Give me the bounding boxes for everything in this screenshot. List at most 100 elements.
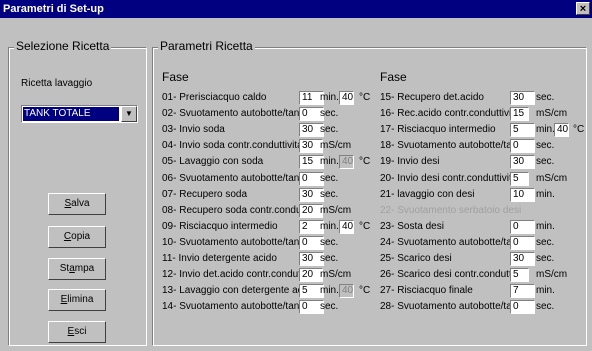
unit-label: sec. <box>536 140 555 152</box>
salva-button[interactable]: Salva <box>48 193 106 215</box>
unit-label: sec. <box>320 108 339 120</box>
fase-name: 19- Invio desi <box>380 156 440 168</box>
value-field[interactable]: 0 <box>510 139 535 154</box>
temperature-unit-label: °C <box>359 156 371 168</box>
fase-row: 15- Recupero det.acido 30 sec. <box>380 91 590 106</box>
unit-label: sec. <box>536 92 555 103</box>
value-field[interactable]: 0 <box>510 235 535 250</box>
fase-row: 09- Risciacquo intermedio 2 min. 40 °C <box>162 219 372 235</box>
fase-row: 22- Svuotamento serbatoio desi <box>380 205 590 219</box>
fase-row: 25- Scarico desi 30 sec. <box>380 252 590 267</box>
fase-name: 27- Risciacquo finale <box>380 285 473 297</box>
esci-button[interactable]: Esci <box>48 321 106 343</box>
fase-name: 22- Svuotamento serbatoio desi <box>380 204 522 216</box>
temperature-field[interactable]: 40 <box>339 91 354 105</box>
temperature-unit-label: °C <box>359 92 371 103</box>
fase-name: 03- Invio soda <box>162 124 225 136</box>
unit-label: min. <box>536 220 555 232</box>
elimina-button[interactable]: Elimina <box>48 289 106 311</box>
unit-label: mS/cm <box>320 204 352 216</box>
fase-row: 20- Invio desi contr.conduttivita' 5 mS/cm <box>380 171 590 187</box>
fase-row: 04- Invio soda contr.conduttivita' 30 mS/c… <box>162 139 372 154</box>
fase-row: 03- Invio soda 30 sec. <box>162 123 372 138</box>
fase-name: 17- Risciacquo intermedio <box>380 124 496 136</box>
copia-button[interactable]: Copia <box>48 226 106 248</box>
value-field[interactable]: 30 <box>510 155 535 170</box>
fase-name: 25- Scarico desi <box>380 253 452 264</box>
unit-label: min. <box>536 285 555 297</box>
fase-name: 07- Recupero soda <box>162 188 248 200</box>
unit-label: sec. <box>320 236 339 248</box>
unit-label: mS/cm <box>320 140 352 152</box>
fase-name: 28- Svuotamento autobotte/tank <box>380 301 523 313</box>
fase-name: 08- Recupero soda contr.condutt. <box>162 204 310 216</box>
value-field[interactable]: 5 <box>510 171 529 186</box>
value-field[interactable]: 0 <box>510 219 535 234</box>
value-field[interactable]: 15 <box>510 107 529 122</box>
fase-name: 21- lavaggio con desi <box>380 188 475 200</box>
fase-name: 18- Svuotamento autobotte/tank <box>380 140 523 152</box>
fase-name: 11- Invio detergente acido <box>162 253 277 264</box>
fase-name: 02- Svuotamento autobotte/tank <box>162 108 305 120</box>
fase-name: 26- Scarico desi contr.condutt. <box>380 269 515 281</box>
fase-row: 21- lavaggio con desi 10 min. <box>380 187 590 203</box>
temperature-unit-label: °C <box>359 220 371 232</box>
fase-name: 04- Invio soda contr.conduttivita' <box>162 140 305 152</box>
fase-name: 09- Risciacquo intermedio <box>162 220 278 232</box>
value-field[interactable]: 5 <box>510 123 535 138</box>
fase-row: 19- Invio desi 30 sec. <box>380 155 590 170</box>
fase-header-right: Fase <box>380 70 407 84</box>
unit-label: sec. <box>320 124 339 136</box>
fase-name: 10- Svuotamento autobotte/tank <box>162 236 305 248</box>
fase-row: 28- Svuotamento autobotte/tank 0 sec. <box>380 300 590 315</box>
fase-name: 16- Rec.acido contr.conduttivita' <box>380 108 522 120</box>
unit-label: sec. <box>320 253 339 264</box>
fase-row: 07- Recupero soda 30 sec. <box>162 187 372 203</box>
unit-label: mS/cm <box>536 108 568 120</box>
close-icon: × <box>579 3 587 15</box>
unit-label: sec. <box>536 301 555 313</box>
unit-label: min. <box>320 92 339 103</box>
stampa-button[interactable]: Stampa <box>48 258 106 280</box>
fase-row: 10- Svuotamento autobotte/tank 0 sec. <box>162 235 372 251</box>
fase-name: 20- Invio desi contr.conduttivita' <box>380 172 520 184</box>
ricetta-lavaggio-label: Ricetta lavaggio <box>21 78 93 89</box>
value-field[interactable]: 7 <box>510 284 535 299</box>
unit-label: sec. <box>536 253 555 264</box>
fase-name: 06- Svuotamento autobotte/tank <box>162 172 305 184</box>
value-field[interactable]: 30 <box>510 91 535 105</box>
value-field[interactable]: 0 <box>510 300 535 315</box>
unit-label: sec. <box>536 236 555 248</box>
ricetta-select[interactable]: TANK TOTALE ▼ <box>21 105 138 123</box>
temperature-field: 40 <box>339 284 354 299</box>
fase-name: 24- Svuotamento autobotte/tank <box>380 236 523 248</box>
fase-name: 12- Invio det.acido contr.condutt. <box>162 269 307 281</box>
fase-name: 23- Sosta desi <box>380 220 444 232</box>
value-field[interactable]: 5 <box>510 268 529 283</box>
unit-label: sec. <box>536 156 555 168</box>
fase-row: 11- Invio detergente acido 30 sec. <box>162 252 372 267</box>
unit-label: min. <box>320 220 339 232</box>
temperature-field[interactable]: 40 <box>339 219 354 234</box>
unit-label: mS/cm <box>320 269 352 281</box>
unit-label: sec. <box>320 172 339 184</box>
fase-name: 05- Lavaggio con soda <box>162 156 264 168</box>
close-button[interactable]: × <box>576 2 590 15</box>
fase-row: 14- Svuotamento autobotte/tank 0 sec. <box>162 300 372 315</box>
fase-row: 18- Svuotamento autobotte/tank 0 sec. <box>380 139 590 154</box>
value-field[interactable]: 30 <box>510 252 535 266</box>
unit-label: mS/cm <box>536 269 568 281</box>
fase-name: 01- Prerisciacquo caldo <box>162 92 267 103</box>
window-title: Parametri di Set-up <box>3 3 104 15</box>
unit-label: min. <box>536 124 555 136</box>
fase-row: 01- Prerisciacquo caldo 11 min. 40 °C <box>162 91 372 106</box>
chevron-down-icon[interactable]: ▼ <box>121 106 137 122</box>
unit-label: mS/cm <box>536 172 568 184</box>
fase-row: 16- Rec.acido contr.conduttivita' 15 mS/cm <box>380 107 590 122</box>
fase-row: 23- Sosta desi 0 min. <box>380 219 590 235</box>
unit-label: sec. <box>320 188 339 200</box>
fase-row: 13- Lavaggio con detergente acido 5 min. 40… <box>162 284 372 299</box>
fase-row: 27- Risciacquo finale 7 min. <box>380 284 590 299</box>
value-field[interactable]: 10 <box>510 187 535 202</box>
temperature-field[interactable]: 40 <box>554 123 569 138</box>
